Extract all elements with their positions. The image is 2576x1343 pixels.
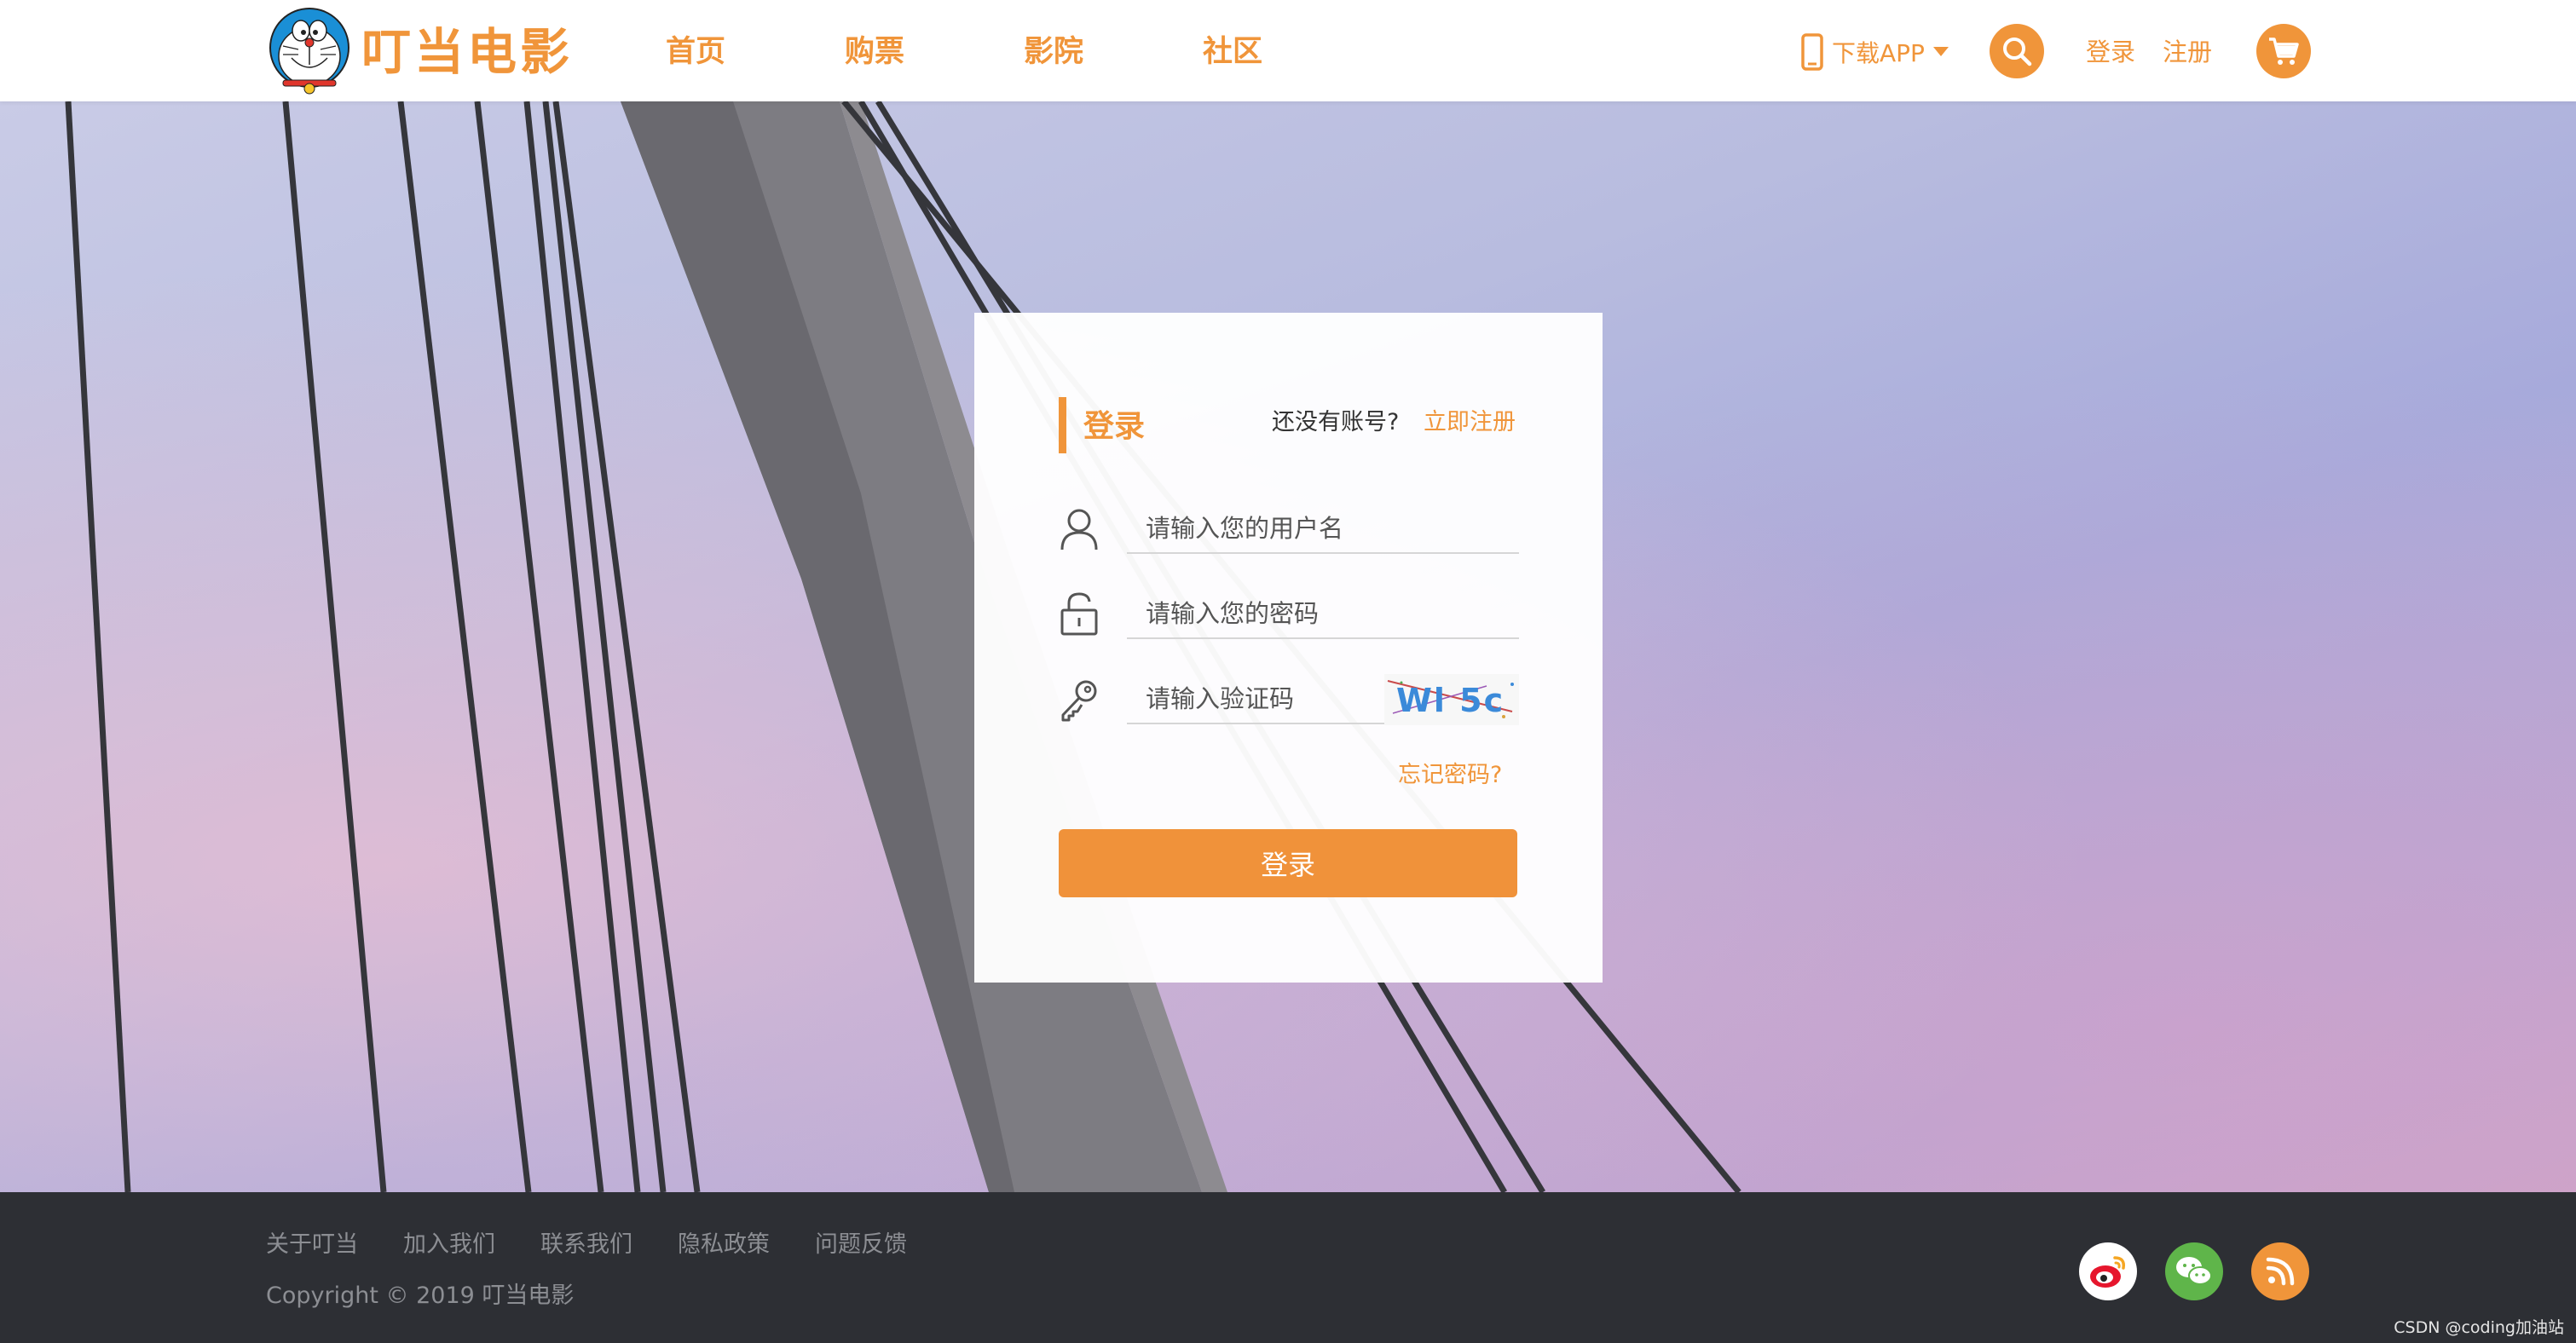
download-app-dropdown[interactable]: 下载APP	[1801, 29, 1949, 75]
weibo-icon	[2090, 1256, 2126, 1288]
nav-community[interactable]: 社区	[1203, 29, 1262, 75]
captcha-text: Wl 5c	[1396, 682, 1505, 719]
footer-link-privacy[interactable]: 隐私政策	[678, 1226, 770, 1264]
nav-tickets[interactable]: 购票	[845, 29, 904, 75]
copyright-text: Copyright © 2019 叮当电影	[266, 1282, 575, 1309]
header-register-link[interactable]: 注册	[2163, 32, 2212, 72]
cart-button[interactable]	[2256, 24, 2311, 78]
username-input[interactable]	[1127, 504, 1519, 554]
footer-link-join[interactable]: 加入我们	[403, 1226, 495, 1264]
footer-link-about[interactable]: 关于叮当	[266, 1226, 358, 1264]
doraemon-logo[interactable]	[264, 5, 355, 95]
login-card: 登录 还没有账号? 立即注册 请输入您的用户名 请输入验证码 Wl 5c 忘记密…	[974, 313, 1603, 983]
captcha-input[interactable]	[1127, 675, 1384, 724]
wechat-icon	[2176, 1257, 2212, 1285]
nav-home[interactable]: 首页	[666, 29, 725, 75]
rss-button[interactable]	[2251, 1242, 2309, 1300]
download-app-label: 下载APP	[1832, 39, 1925, 67]
user-icon	[1060, 509, 1098, 550]
forgot-password-link[interactable]: 忘记密码?	[1398, 758, 1502, 793]
nav-cinemas[interactable]: 影院	[1024, 29, 1083, 75]
search-icon	[2003, 37, 2032, 66]
unlock-icon	[1060, 592, 1098, 636]
register-now-link[interactable]: 立即注册	[1424, 403, 1516, 442]
footer: 关于叮当 加入我们 联系我们 隐私政策 问题反馈 Copyright © 201…	[0, 1192, 2576, 1343]
wechat-button[interactable]	[2165, 1242, 2223, 1300]
header-login-link[interactable]: 登录	[2086, 32, 2135, 72]
footer-link-feedback[interactable]: 问题反馈	[815, 1226, 907, 1264]
top-navbar: 叮当电影 首页 购票 影院 社区 下载APP 登录 注册	[0, 0, 2576, 101]
key-icon	[1061, 680, 1097, 722]
footer-link-contact[interactable]: 联系我们	[540, 1226, 632, 1264]
title-accent-bar	[1059, 397, 1066, 453]
brand-name: 叮当电影	[361, 23, 574, 81]
watermark: CSDN @coding加油站	[2394, 1318, 2564, 1337]
weibo-button[interactable]	[2079, 1242, 2137, 1300]
hero-background: 登录 还没有账号? 立即注册 请输入您的用户名 请输入验证码 Wl 5c 忘记密…	[0, 101, 2576, 1192]
phone-icon	[1801, 33, 1823, 71]
login-submit-button[interactable]: 登录	[1059, 829, 1517, 897]
search-button[interactable]	[1990, 24, 2044, 78]
rss-icon	[2266, 1257, 2295, 1286]
cart-icon	[2269, 37, 2299, 65]
login-title: 登录	[1083, 409, 1146, 444]
captcha-image[interactable]: Wl 5c	[1384, 674, 1519, 725]
no-account-text: 还没有账号?	[1272, 409, 1400, 435]
caret-down-icon	[1932, 47, 1949, 56]
password-input[interactable]	[1127, 590, 1519, 639]
